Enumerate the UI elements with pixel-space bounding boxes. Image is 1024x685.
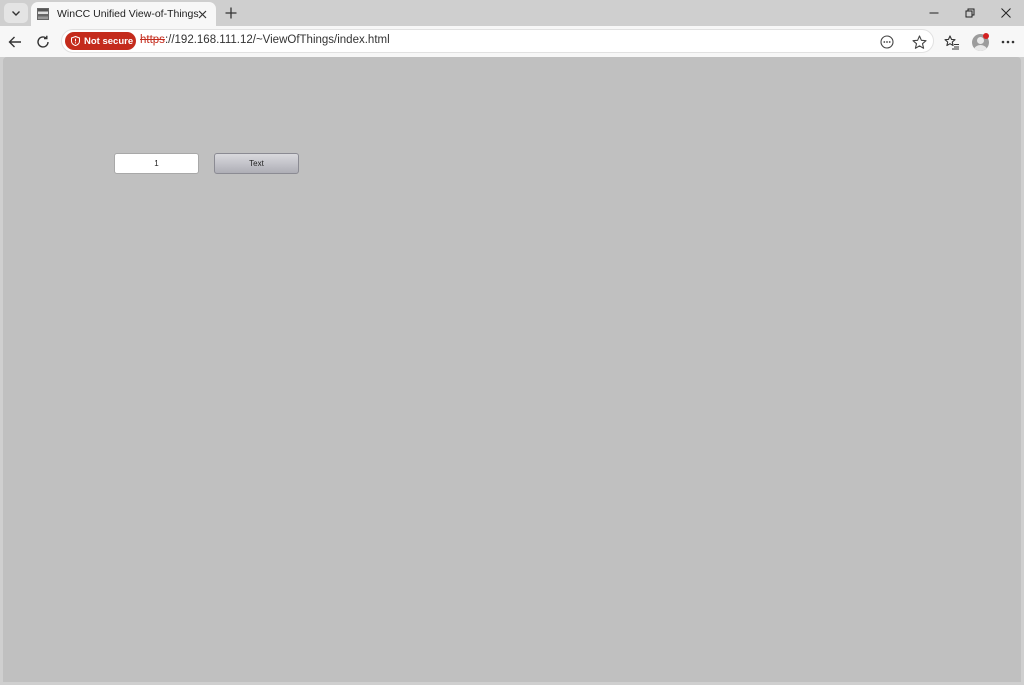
url-path: ://192.168.111.12/~ViewOfThings/index.ht… — [164, 34, 390, 46]
restore-icon — [965, 8, 975, 18]
wincc-favicon — [37, 8, 49, 20]
hmi-screen: 1 Text — [3, 57, 1021, 682]
close-icon — [198, 10, 206, 18]
minimize-button[interactable] — [916, 0, 952, 26]
reader-mode-icon — [880, 35, 894, 49]
back-button[interactable] — [3, 30, 27, 54]
more-icon — [1001, 40, 1015, 44]
favorites-list-icon — [944, 34, 959, 50]
browser-tab[interactable]: WinCC Unified View-of-Things — [31, 2, 216, 26]
security-indicator[interactable]: Not secure — [65, 32, 136, 50]
chevron-down-icon — [12, 11, 20, 16]
address-bar[interactable]: Not secure https://192.168.111.12/~ViewO… — [61, 29, 934, 53]
url-text: https://192.168.111.12/~ViewOfThings/ind… — [140, 34, 390, 46]
close-icon — [1001, 8, 1011, 18]
profile-button[interactable] — [968, 30, 992, 54]
refresh-button[interactable] — [31, 30, 55, 54]
io-field[interactable]: 1 — [114, 153, 199, 174]
star-icon — [911, 34, 927, 49]
restore-button[interactable] — [952, 0, 988, 26]
text-button[interactable]: Text — [214, 153, 299, 174]
minimize-icon — [929, 12, 939, 14]
favorites-button[interactable] — [940, 30, 964, 54]
refresh-icon — [37, 35, 49, 48]
tab-title: WinCC Unified View-of-Things — [57, 8, 199, 20]
close-window-button[interactable] — [988, 0, 1024, 26]
tab-strip: WinCC Unified View-of-Things — [0, 0, 1024, 26]
shield-alert-icon — [71, 36, 80, 46]
add-favorite-button[interactable] — [910, 33, 928, 51]
notification-dot — [983, 33, 989, 39]
tab-actions-button[interactable] — [4, 3, 28, 23]
settings-menu-button[interactable] — [996, 30, 1020, 54]
plus-icon — [225, 7, 237, 19]
new-tab-button[interactable] — [221, 3, 241, 23]
url-scheme: https — [140, 34, 165, 46]
reader-mode-button[interactable] — [878, 33, 896, 51]
browser-toolbar: Not secure https://192.168.111.12/~ViewO… — [0, 26, 1024, 57]
back-arrow-icon — [8, 36, 21, 48]
security-label: Not secure — [84, 35, 134, 47]
close-tab-button[interactable] — [194, 6, 210, 22]
